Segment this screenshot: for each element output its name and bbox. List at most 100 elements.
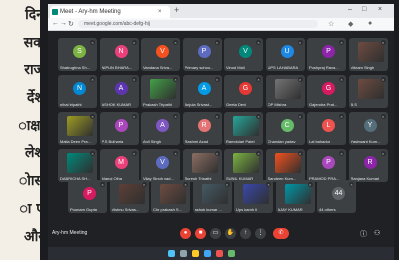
muted-mic-icon: × xyxy=(266,182,271,187)
camera-off-icon[interactable]: ■ xyxy=(195,228,206,239)
participant-name: B.S xyxy=(350,102,357,107)
forward-icon[interactable]: → xyxy=(60,20,67,27)
participant-tile[interactable]: R × Rashmi Azad xyxy=(182,112,222,145)
muted-mic-icon: × xyxy=(173,151,178,156)
minimize-button[interactable]: – xyxy=(348,6,352,13)
participant-tile[interactable]: A × Anjula Srivast... xyxy=(182,75,222,108)
participant-tile[interactable]: × Chr prakash S... xyxy=(151,180,190,213)
star-icon[interactable]: ☆ xyxy=(328,20,334,28)
participant-tile[interactable]: V × Vandana Sriva... xyxy=(141,38,180,71)
new-tab-button[interactable]: + xyxy=(174,5,179,15)
participant-tile[interactable]: × ashok kumar ... xyxy=(192,180,232,213)
tab-close-icon[interactable]: × xyxy=(158,6,162,18)
participant-tile[interactable]: 44 × 44 others xyxy=(317,180,356,213)
muted-mic-icon: × xyxy=(380,114,386,119)
address-bar-row: ← → ↻ meet.google.com/abc-defg-hij ☆ ◆ ● xyxy=(48,18,394,31)
maximize-button[interactable]: □ xyxy=(362,6,366,13)
participant-tile[interactable]: × Ramdulari Patel xyxy=(224,112,263,145)
participant-tile[interactable]: G × Geeta Devi xyxy=(224,75,263,108)
participant-photo xyxy=(201,184,228,204)
participant-tile[interactable]: P × P.S Bulharia xyxy=(99,112,139,145)
participant-tile[interactable]: A × ASHOK KUMAR xyxy=(99,75,139,108)
participant-name: Primary schoo... xyxy=(184,65,214,70)
info-icon[interactable]: ⓘ xyxy=(360,229,367,239)
participant-tile[interactable]: P × Primary schoo... xyxy=(182,38,222,71)
participant-tile[interactable]: M × Manoj Ojha xyxy=(99,149,139,182)
participant-tile[interactable]: × SUNIL KUMAR xyxy=(224,149,263,182)
mic-off-icon[interactable]: ● xyxy=(180,228,191,239)
participant-photo xyxy=(284,184,311,204)
participant-tile[interactable]: P × Pushpraj Rava... xyxy=(307,38,346,71)
muted-mic-icon: × xyxy=(297,40,303,45)
participant-tile[interactable]: × Prakash Tripathi xyxy=(141,75,180,108)
participant-name: Ups kamh II xyxy=(236,207,258,212)
end-call-button[interactable]: ✆ xyxy=(273,228,289,239)
participant-avatar: L xyxy=(322,119,335,132)
participant-name: Prakash Tripathi xyxy=(143,102,172,107)
participant-tile[interactable]: × Malla Deen Pra... xyxy=(58,112,97,145)
participant-avatar: P xyxy=(114,119,128,132)
participant-avatar: A xyxy=(197,82,211,95)
participant-tile[interactable]: R × Ranjana Kumari xyxy=(348,149,388,182)
participant-tile[interactable]: × Sandeep Kum... xyxy=(265,149,305,182)
muted-mic-icon: × xyxy=(380,40,386,45)
participant-tile[interactable]: Y × Yashwant Kum... xyxy=(348,112,388,145)
participant-tile[interactable]: N × nihal tripathi xyxy=(58,75,97,108)
participant-name: Anjula Srivast... xyxy=(184,102,213,107)
participant-name: Vinod Mall xyxy=(226,65,245,70)
participant-tile[interactable]: V × Vinod Mall xyxy=(224,38,263,71)
participant-tile[interactable]: × B.S xyxy=(348,75,388,108)
participant-name: Ranjana Kumari xyxy=(350,176,380,181)
participant-name: Geeta Devi xyxy=(226,102,247,107)
url-input[interactable]: meet.google.com/abc-defg-hij xyxy=(78,20,318,28)
participant-name: Rashmi Azad xyxy=(184,139,209,144)
participant-tile[interactable]: × Suresh Tripathi xyxy=(182,149,222,182)
back-icon[interactable]: ← xyxy=(52,20,59,27)
participant-photo xyxy=(191,153,218,173)
participant-tile[interactable]: × Ups kamh II xyxy=(234,180,273,213)
participant-tile[interactable]: C × Chandan yadav xyxy=(265,112,305,145)
raise-hand-icon[interactable]: ✋ xyxy=(225,228,236,239)
present-icon[interactable]: ↑ xyxy=(240,228,251,239)
start-icon[interactable] xyxy=(168,250,175,257)
participant-avatar: G xyxy=(322,82,335,95)
participant-avatar: C xyxy=(280,119,294,132)
extensions-icon[interactable]: ◆ xyxy=(348,20,353,28)
participant-tile[interactable]: N × NIPUN BHARA... xyxy=(99,38,139,71)
captions-icon[interactable]: ▭ xyxy=(210,228,221,239)
more-options-icon[interactable]: ⋮ xyxy=(255,228,266,239)
participant-tile[interactable]: × AJAY KUMAR xyxy=(275,180,315,213)
muted-mic-icon: × xyxy=(224,182,230,187)
newspaper-text: लेश xyxy=(24,145,44,161)
reload-icon[interactable]: ↻ xyxy=(68,20,74,28)
participant-tile[interactable]: U × UPS LAHABARA xyxy=(265,38,305,71)
participant-tile[interactable]: S × Shatrughna Sh... xyxy=(58,38,97,71)
muted-mic-icon: × xyxy=(100,182,105,187)
chrome-icon[interactable] xyxy=(216,250,223,257)
profile-icon[interactable]: ● xyxy=(368,20,372,27)
participant-tile[interactable]: G × Gajendra Prat... xyxy=(307,75,346,108)
participant-tile[interactable]: × OP Mishra xyxy=(265,75,305,108)
file-explorer-icon[interactable] xyxy=(192,250,199,257)
participant-tile[interactable]: P × PRAMOD PRA... xyxy=(307,149,346,182)
participant-tile[interactable]: V × Vijay Singh yad... xyxy=(141,149,180,182)
participant-tile[interactable]: P × Poonam Gupta xyxy=(68,180,107,213)
muted-mic-icon: × xyxy=(307,182,313,187)
muted-mic-icon: × xyxy=(214,114,220,119)
participant-tile[interactable]: A × Anil Singh xyxy=(141,112,180,145)
close-window-button[interactable]: × xyxy=(378,6,382,13)
store-icon[interactable] xyxy=(228,250,235,257)
participant-avatar: U xyxy=(280,45,294,58)
participant-name: AJAY KUMAR xyxy=(277,207,303,212)
edge-icon[interactable] xyxy=(204,250,211,257)
participant-name: Chr prakash S... xyxy=(153,207,182,212)
people-icon[interactable]: ⚇ xyxy=(374,229,380,237)
search-icon[interactable] xyxy=(180,250,187,257)
participant-tile[interactable]: L × Lal bahadur xyxy=(307,112,346,145)
participant-tile[interactable]: × DABRICHA SH... xyxy=(58,149,97,182)
participant-tile[interactable]: × Vikram Singh xyxy=(348,38,388,71)
participant-avatar: P xyxy=(83,187,96,200)
participant-photo xyxy=(233,116,259,136)
browser-tab[interactable]: Meet - Ary-hm Meeting × xyxy=(50,6,170,18)
participant-tile[interactable]: × Vishnu Srivas... xyxy=(109,180,149,213)
